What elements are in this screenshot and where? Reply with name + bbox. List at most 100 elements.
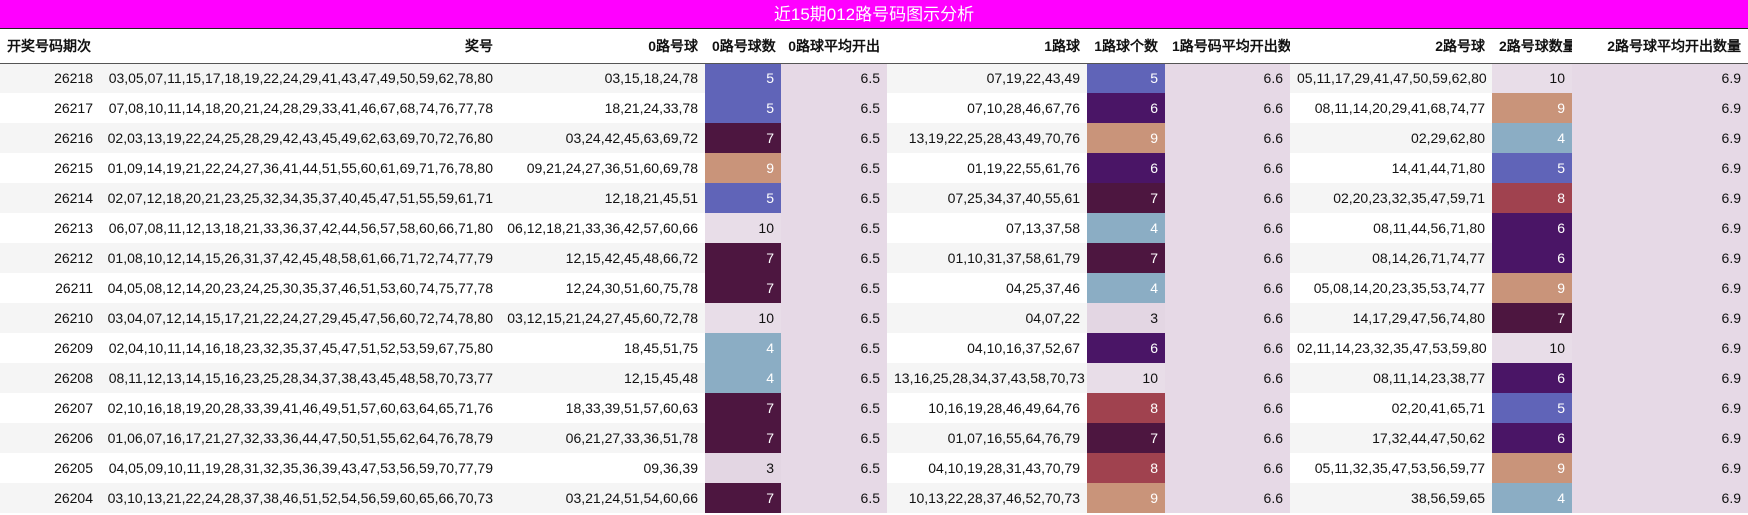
col-header-r2-count[interactable]: 2路号球数量	[1492, 29, 1572, 64]
cell-r1-count: 6	[1087, 333, 1165, 363]
cell-r1-count: 4	[1087, 273, 1165, 303]
cell-r0: 18,45,51,75	[500, 333, 705, 363]
col-header-r2-avg[interactable]: 2路号球平均开出数量	[1572, 29, 1748, 64]
cell-r2-avg: 6.9	[1572, 483, 1748, 513]
cell-r2: 08,11,44,56,71,80	[1290, 213, 1492, 243]
cell-period: 26217	[0, 93, 100, 123]
cell-period: 26215	[0, 153, 100, 183]
cell-r0: 09,36,39	[500, 453, 705, 483]
cell-period: 26211	[0, 273, 100, 303]
cell-r1-count: 6	[1087, 93, 1165, 123]
cell-r0: 18,21,24,33,78	[500, 93, 705, 123]
col-header-period[interactable]: 开奖号码期次	[0, 29, 100, 64]
cell-period: 26216	[0, 123, 100, 153]
cell-r1-count: 6	[1087, 153, 1165, 183]
cell-r0-count: 4	[705, 333, 781, 363]
col-header-r1-count[interactable]: 1路球个数	[1087, 29, 1165, 64]
cell-r0-count: 7	[705, 393, 781, 423]
cell-numbers: 08,11,12,13,14,15,16,23,25,28,34,37,38,4…	[100, 363, 500, 393]
cell-r2: 17,32,44,47,50,62	[1290, 423, 1492, 453]
cell-r0: 12,18,21,45,51	[500, 183, 705, 213]
cell-r1: 07,13,37,58	[887, 213, 1087, 243]
cell-r2-avg: 6.9	[1572, 63, 1748, 93]
cell-r2: 02,20,41,65,71	[1290, 393, 1492, 423]
cell-r1: 13,16,25,28,34,37,43,58,70,73	[887, 363, 1087, 393]
cell-r0: 06,21,27,33,36,51,78	[500, 423, 705, 453]
col-header-r0[interactable]: 0路号球	[500, 29, 705, 64]
cell-r2-count: 8	[1492, 183, 1572, 213]
cell-r1: 10,13,22,28,37,46,52,70,73	[887, 483, 1087, 513]
cell-r2-count: 6	[1492, 243, 1572, 273]
table-row: 26215 01,09,14,19,21,22,24,27,36,41,44,51…	[0, 153, 1748, 183]
cell-period: 26205	[0, 453, 100, 483]
table-row: 26216 02,03,13,19,22,24,25,28,29,42,43,45…	[0, 123, 1748, 153]
col-header-r1[interactable]: 1路球	[887, 29, 1087, 64]
table-row: 26205 04,05,09,10,11,19,28,31,32,35,36,39…	[0, 453, 1748, 483]
cell-r0: 03,24,42,45,63,69,72	[500, 123, 705, 153]
cell-r2-avg: 6.9	[1572, 123, 1748, 153]
cell-r0: 03,15,18,24,78	[500, 63, 705, 93]
cell-r0-count: 5	[705, 183, 781, 213]
cell-r1-count: 7	[1087, 423, 1165, 453]
cell-r2-count: 6	[1492, 363, 1572, 393]
cell-r0-count: 7	[705, 243, 781, 273]
cell-r0-count: 9	[705, 153, 781, 183]
cell-r1: 04,10,19,28,31,43,70,79	[887, 453, 1087, 483]
cell-r0-count: 10	[705, 213, 781, 243]
cell-r2-avg: 6.9	[1572, 393, 1748, 423]
cell-r0-avg: 6.5	[781, 63, 887, 93]
cell-period: 26207	[0, 393, 100, 423]
table-row: 26209 02,04,10,11,14,16,18,23,32,35,37,45…	[0, 333, 1748, 363]
table-row: 26218 03,05,07,11,15,17,18,19,22,24,29,41…	[0, 63, 1748, 93]
cell-r2: 05,08,14,20,23,35,53,74,77	[1290, 273, 1492, 303]
cell-r1: 04,25,37,46	[887, 273, 1087, 303]
cell-r0-avg: 6.5	[781, 303, 887, 333]
cell-r1-avg: 6.6	[1165, 423, 1290, 453]
cell-r1-avg: 6.6	[1165, 123, 1290, 153]
cell-r0-avg: 6.5	[781, 363, 887, 393]
cell-r1-avg: 6.6	[1165, 153, 1290, 183]
cell-r1-avg: 6.6	[1165, 483, 1290, 513]
cell-r2-avg: 6.9	[1572, 93, 1748, 123]
table-row: 26208 08,11,12,13,14,15,16,23,25,28,34,37…	[0, 363, 1748, 393]
cell-r0-count: 7	[705, 423, 781, 453]
cell-r1-count: 7	[1087, 183, 1165, 213]
cell-period: 26206	[0, 423, 100, 453]
cell-numbers: 04,05,09,10,11,19,28,31,32,35,36,39,43,4…	[100, 453, 500, 483]
cell-r1-count: 3	[1087, 303, 1165, 333]
cell-r1: 10,16,19,28,46,49,64,76	[887, 393, 1087, 423]
header-row: 开奖号码期次 奖号 0路号球 0路号球数 0路球平均开出 1路球 1路球个数 1…	[0, 29, 1748, 64]
cell-r1-count: 8	[1087, 453, 1165, 483]
col-header-r0-count[interactable]: 0路号球数	[705, 29, 781, 64]
cell-r1-avg: 6.6	[1165, 243, 1290, 273]
cell-r0-count: 3	[705, 453, 781, 483]
cell-r2-count: 5	[1492, 393, 1572, 423]
table-row: 26207 02,10,16,18,19,20,28,33,39,41,46,49…	[0, 393, 1748, 423]
cell-r0: 03,21,24,51,54,60,66	[500, 483, 705, 513]
table-row: 26211 04,05,08,12,14,20,23,24,25,30,35,37…	[0, 273, 1748, 303]
table-row: 26206 01,06,07,16,17,21,27,32,33,36,44,47…	[0, 423, 1748, 453]
cell-numbers: 02,10,16,18,19,20,28,33,39,41,46,49,51,5…	[100, 393, 500, 423]
cell-r0: 12,24,30,51,60,75,78	[500, 273, 705, 303]
cell-numbers: 01,08,10,12,14,15,26,31,37,42,45,48,58,6…	[100, 243, 500, 273]
cell-r2-count: 5	[1492, 153, 1572, 183]
col-header-r2[interactable]: 2路号球	[1290, 29, 1492, 64]
cell-r0-count: 7	[705, 273, 781, 303]
cell-r1-avg: 6.6	[1165, 333, 1290, 363]
cell-r2-avg: 6.9	[1572, 363, 1748, 393]
cell-r0-avg: 6.5	[781, 453, 887, 483]
cell-r2-count: 6	[1492, 423, 1572, 453]
cell-numbers: 01,09,14,19,21,22,24,27,36,41,44,51,55,6…	[100, 153, 500, 183]
col-header-numbers[interactable]: 奖号	[100, 29, 500, 64]
cell-r2: 08,11,14,20,29,41,68,74,77	[1290, 93, 1492, 123]
cell-r0: 03,12,15,21,24,27,45,60,72,78	[500, 303, 705, 333]
cell-r0-avg: 6.5	[781, 213, 887, 243]
col-header-r1-avg[interactable]: 1路号码平均开出数	[1165, 29, 1290, 64]
cell-r0-avg: 6.5	[781, 183, 887, 213]
cell-r1-avg: 6.6	[1165, 63, 1290, 93]
cell-r2: 14,41,44,71,80	[1290, 153, 1492, 183]
cell-r2-count: 9	[1492, 273, 1572, 303]
cell-r1: 04,10,16,37,52,67	[887, 333, 1087, 363]
col-header-r0-avg[interactable]: 0路球平均开出	[781, 29, 887, 64]
cell-r0-avg: 6.5	[781, 483, 887, 513]
